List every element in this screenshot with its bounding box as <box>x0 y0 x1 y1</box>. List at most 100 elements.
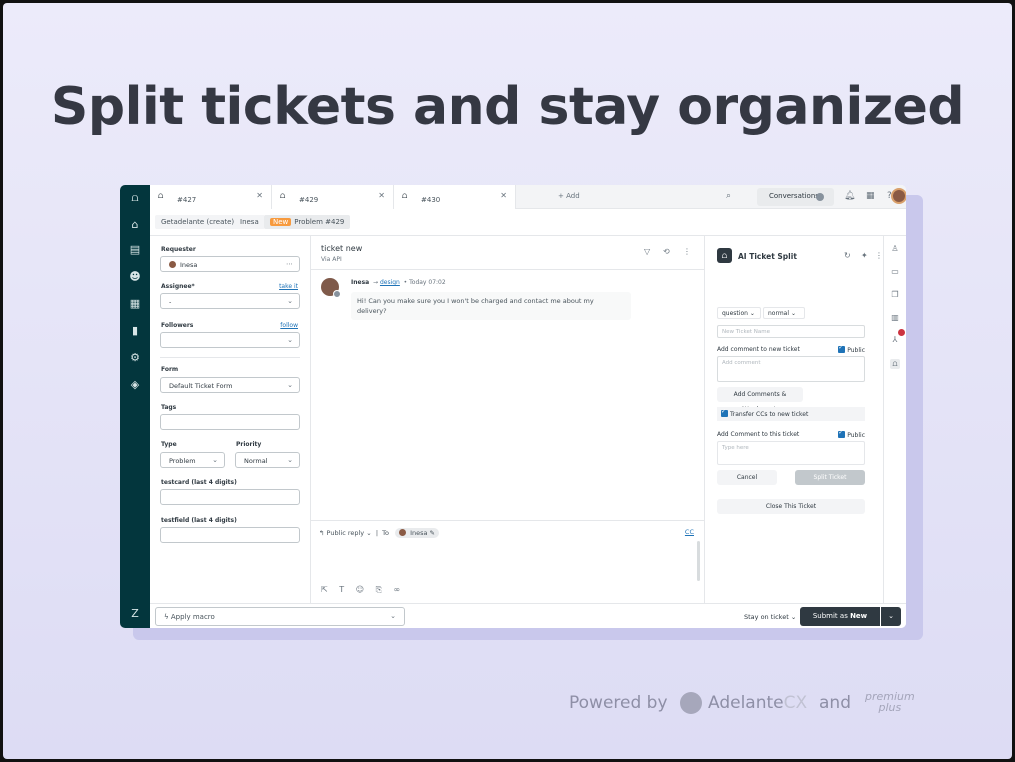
search-icon[interactable]: ⌕ <box>726 191 731 201</box>
reply-mode-select[interactable]: Public reply <box>327 529 365 537</box>
chevron-down-icon: ⋯ <box>286 260 293 268</box>
testfield-input[interactable] <box>160 527 300 543</box>
type-select[interactable]: Problem ⌄ <box>160 452 225 468</box>
ticket-label: Problem #429 <box>294 218 345 226</box>
priority-select[interactable]: Normal ⌄ <box>235 452 300 468</box>
form-select[interactable]: Default Ticket Form ⌄ <box>160 377 300 393</box>
cx-text: CX <box>783 693 808 713</box>
organizations-icon[interactable]: ▦ <box>128 297 142 311</box>
form-value: Default Ticket Form <box>169 382 233 390</box>
message-recipient[interactable]: design <box>380 279 400 286</box>
requester-value: Inesa <box>180 261 198 269</box>
cancel-button[interactable]: Cancel <box>717 470 777 485</box>
transfer-cc-checkbox[interactable]: Transfer CCs to new ticket <box>717 407 865 421</box>
followers-select[interactable]: ⌄ <box>160 332 300 348</box>
tab-ticket-429[interactable]: ⩍ #429 ✕ <box>272 185 394 209</box>
tab-ticket-430[interactable]: ⩍ #430 ✕ <box>394 185 516 209</box>
admin-gear-icon[interactable]: ⚙ <box>128 351 142 365</box>
submit-options-chevron-icon[interactable]: ⌄ <box>881 607 901 626</box>
ticket-subject: ticket new <box>321 244 363 253</box>
user-avatar[interactable] <box>891 188 906 204</box>
apps-icon[interactable]: ◈ <box>128 378 142 392</box>
stay-on-ticket-select[interactable]: Stay on ticket ⌄ <box>744 613 796 621</box>
requester-select[interactable]: Inesa ⋯ <box>160 256 300 272</box>
notification-badge <box>898 329 905 336</box>
assignee-select[interactable]: - ⌄ <box>160 293 300 309</box>
new-ticket-name-input[interactable]: New Ticket Name <box>717 325 865 338</box>
products-grid-icon[interactable]: ▦ <box>866 191 875 201</box>
breadcrumb-user[interactable]: Inesa <box>234 215 265 229</box>
status-badge: New <box>270 218 292 226</box>
form-label: Form <box>161 366 179 373</box>
add-comments-attachments-button[interactable]: Add Comments & Attachments <box>717 387 803 413</box>
table-icon[interactable]: ▥ <box>890 313 900 322</box>
adelante-logo-text: AdelanteCX <box>708 693 807 713</box>
breadcrumb-ticket[interactable]: New Problem #429 <box>264 215 351 229</box>
breadcrumb-organization[interactable]: Getadelante (create) <box>155 215 241 229</box>
zendesk-logo-icon[interactable]: ⩍ <box>128 191 142 205</box>
close-this-ticket-button[interactable]: Close This Ticket <box>717 499 865 514</box>
ticket-icon: ⩍ <box>280 191 286 200</box>
take-it-link[interactable]: take it <box>279 283 298 290</box>
this-ticket-comment-textarea[interactable]: Type here <box>717 441 865 465</box>
more-options-icon[interactable]: ⋮ <box>875 251 883 260</box>
ticket-priority-select[interactable]: normal ⌄ <box>763 307 805 319</box>
close-icon[interactable]: ✕ <box>500 191 507 200</box>
more-options-icon[interactable]: ⋮ <box>683 247 691 256</box>
bell-icon[interactable]: 🔔︎ <box>844 191 855 201</box>
checkbox-checked-icon <box>721 408 728 417</box>
add-tab-button[interactable]: + Add <box>558 192 580 200</box>
views-icon[interactable]: ▤ <box>128 243 142 257</box>
close-icon[interactable]: ✕ <box>256 191 263 200</box>
ai-split-app-icon[interactable]: ⩍ <box>890 359 900 369</box>
home-icon[interactable]: ⌂ <box>128 218 142 232</box>
scrollbar[interactable] <box>697 541 700 581</box>
pin-icon[interactable]: ✦ <box>861 251 868 260</box>
zendesk-z-icon[interactable]: Z <box>128 607 142 621</box>
tab-ticket-427[interactable]: ⩍ #427 ✕ <box>150 185 272 209</box>
cc-link[interactable]: CC <box>685 528 694 536</box>
filter-icon[interactable]: ▽ <box>644 247 650 256</box>
transfer-cc-label: Transfer CCs to new ticket <box>730 411 809 418</box>
conversations-button[interactable]: Conversations <box>757 188 834 206</box>
text-format-icon[interactable]: T <box>339 585 344 594</box>
adelante-text: Adelante <box>708 693 784 713</box>
recipient-chip[interactable]: Inesa ✎ <box>395 528 439 538</box>
merge-icon[interactable]: ⅄ <box>890 335 900 344</box>
chevron-down-icon: ⌄ <box>212 456 218 464</box>
submit-button[interactable]: Submit as New <box>800 607 880 626</box>
follow-link[interactable]: follow <box>280 322 298 329</box>
public-checkbox[interactable]: Public <box>838 344 865 354</box>
nav-rail: ⩍ ⌂ ▤ ☻ ▦ ▮ ⚙ ◈ Z <box>120 185 150 628</box>
ticket-properties-panel: Requester Inesa ⋯ Assignee* take it - ⌄ … <box>150 236 311 603</box>
forward-icon[interactable]: ⇱ <box>321 585 328 594</box>
breadcrumb: Getadelante (create) Inesa New Problem #4… <box>150 209 906 236</box>
chat-icon[interactable]: ❐ <box>890 290 900 299</box>
checkbox-checked-icon <box>838 429 846 438</box>
macro-label: Apply macro <box>170 613 215 621</box>
chevron-down-icon: ⌄ <box>287 456 293 464</box>
link-icon[interactable]: ∞ <box>394 585 401 594</box>
public-label: Public <box>847 432 865 439</box>
close-icon[interactable]: ✕ <box>378 191 385 200</box>
knowledge-icon[interactable]: ▭ <box>890 267 900 276</box>
emoji-icon[interactable]: ☺ <box>356 585 364 594</box>
assignee-value: - <box>169 298 172 306</box>
comment-new-label: Add comment to new ticket <box>717 346 800 353</box>
ticket-type-select[interactable]: question ⌄ <box>717 307 761 319</box>
tags-input[interactable] <box>160 414 300 430</box>
split-ticket-button[interactable]: Split Ticket <box>795 470 865 485</box>
attachment-icon[interactable]: ⎘ <box>376 585 382 594</box>
reporting-icon[interactable]: ▮ <box>128 324 142 338</box>
premium-plus-logo: premium plus <box>865 691 915 713</box>
app-logo-icon: ⩍ <box>717 248 732 263</box>
new-ticket-comment-textarea[interactable]: Add comment <box>717 356 865 382</box>
refresh-icon[interactable]: ↻ <box>844 251 851 260</box>
history-icon[interactable]: ⟲ <box>663 247 670 256</box>
public-checkbox-2[interactable]: Public <box>838 429 865 439</box>
customers-icon[interactable]: ☻ <box>128 270 142 284</box>
testcard-input[interactable] <box>160 489 300 505</box>
type-label: Type <box>161 441 177 448</box>
user-profile-icon[interactable]: ♙ <box>890 244 900 253</box>
apply-macro-select[interactable]: ϟ Apply macro ⌄ <box>155 607 405 626</box>
